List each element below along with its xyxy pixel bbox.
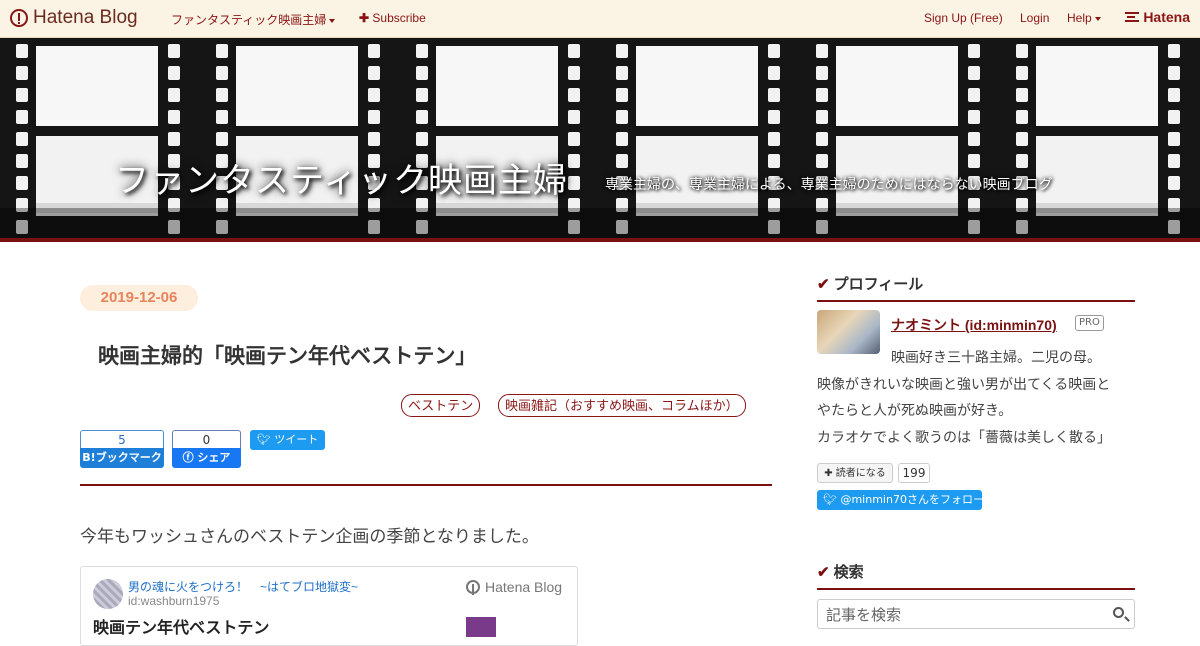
profile-text-line: やたらと人が死ぬ映画が好き。 (817, 402, 1013, 418)
header-divider (0, 238, 1200, 242)
subscribe-button[interactable]: ✚ Subscribe (359, 11, 426, 25)
embed-blog-id: id:washburn1975 (128, 594, 220, 608)
subscribe-label: Subscribe (372, 11, 426, 25)
subscribe-reader-button[interactable]: ✚ 読者になる (817, 463, 893, 483)
entry-title[interactable]: 映画主婦的「映画テン年代ベストテン」 (98, 340, 476, 370)
entry-divider (80, 484, 772, 486)
blog-menu-label: ファンタスティック映画主婦 (171, 13, 327, 27)
global-header: Hatena Blog ファンタスティック映画主婦 ✚ Subscribe Si… (0, 0, 1200, 38)
entry-date[interactable]: 2019-12-06 (80, 285, 198, 311)
chevron-down-icon (1094, 16, 1101, 21)
blog-header: ファンタスティック映画主婦 専業主婦の、専業主婦による、専業主婦のためにはならな… (0, 38, 1200, 238)
twitter-icon: 🐦︎ (256, 433, 271, 446)
chevron-down-icon (329, 18, 336, 23)
hatena-logo-icon (10, 9, 28, 27)
hatena-bookmark-button[interactable]: 5 B!ブックマーク (80, 430, 164, 470)
search-form (817, 599, 1135, 629)
profile-text-line: カラオケでよく歌うのは「薔薇は美しく散る」 (817, 429, 1111, 445)
entry-paragraph: 今年もワッシュさんのベストテン企画の季節となりました。 (80, 527, 539, 546)
embed-hatena-blog-logo[interactable]: Hatena Blog (466, 579, 562, 595)
reader-label: 読者になる (835, 468, 886, 479)
facebook-label: シェア (197, 451, 231, 464)
embed-blog-name[interactable]: 男の魂に火をつけろ！ ~はてブロ地獄変~ (128, 578, 358, 595)
pro-badge[interactable]: PRO (1075, 315, 1104, 331)
category-tag[interactable]: 映画雑記（おすすめ映画、コラムほか） (498, 394, 746, 417)
tweet-label: ツイート (274, 433, 319, 446)
embedded-blog-card[interactable]: 男の魂に火をつけろ！ ~はてブロ地獄変~ id:washburn1975 Hat… (80, 566, 578, 646)
avatar[interactable] (817, 310, 880, 354)
embed-thumbnail (466, 617, 496, 637)
facebook-count: 0 (172, 430, 241, 448)
twitter-icon: 🐦︎ (823, 493, 837, 506)
site-description: 専業主婦の、専業主婦による、専業主婦のためにはならない映画ブログ (605, 176, 1053, 192)
twitter-follow-button[interactable]: 🐦︎ @minmin70さんをフォロー (817, 490, 984, 510)
search-input[interactable] (824, 601, 1108, 629)
follow-label: @minmin70さんをフォロー (840, 493, 984, 506)
profile-text-line: 映像がきれいな映画と強い男が出てくる映画と (817, 376, 1111, 392)
profile-text-line: 映画好き三十路主婦。二児の母。 (891, 349, 1101, 365)
profile-heading: ✔ プロフィール (817, 273, 1135, 302)
hatena-brand-icon (1125, 12, 1140, 22)
facebook-share-button[interactable]: 0 ⓕ シェア (172, 430, 241, 470)
site-title[interactable]: ファンタスティック映画主婦 (115, 153, 568, 202)
film-strip-background (0, 38, 1200, 238)
help-menu[interactable]: Help (1067, 11, 1101, 25)
hatena-brand-label: Hatena (1143, 9, 1190, 25)
facebook-share: ⓕ シェア (172, 448, 241, 468)
help-label: Help (1067, 11, 1092, 25)
search-heading: ✔ 検索 (817, 561, 1135, 590)
search-heading-label: 検索 (833, 564, 864, 581)
blog-menu[interactable]: ファンタスティック映画主婦 (171, 11, 336, 28)
bookmark-label: B!ブックマーク (80, 448, 164, 468)
facebook-icon: ⓕ (182, 451, 194, 464)
hatena-blog-logo[interactable]: Hatena Blog (10, 6, 138, 30)
signup-link[interactable]: Sign Up (Free) (924, 11, 1003, 25)
embed-brand-label: Hatena Blog (485, 579, 563, 595)
bookmark-count: 5 (80, 430, 164, 448)
reader-count: 199 (898, 463, 930, 483)
check-icon: ✔ (817, 564, 830, 581)
embed-title[interactable]: 映画テン年代ベストテン (93, 614, 269, 638)
profile-heading-label: プロフィール (833, 276, 924, 293)
hatena-brand-link[interactable]: Hatena (1125, 9, 1190, 25)
logo-text: Hatena Blog (33, 7, 138, 28)
login-link[interactable]: Login (1020, 11, 1049, 25)
plus-icon: ✚ (824, 468, 833, 479)
hatena-logo-icon (466, 580, 480, 595)
category-tag[interactable]: ベストテン (401, 394, 481, 417)
check-icon: ✔ (817, 276, 830, 293)
plus-icon: ✚ (359, 11, 370, 25)
profile-name-link[interactable]: ナオミント (id:minmin70) (891, 315, 1057, 335)
search-icon[interactable] (1113, 607, 1124, 618)
tweet-button[interactable]: 🐦︎ ツイート (250, 430, 325, 450)
avatar (93, 579, 123, 609)
